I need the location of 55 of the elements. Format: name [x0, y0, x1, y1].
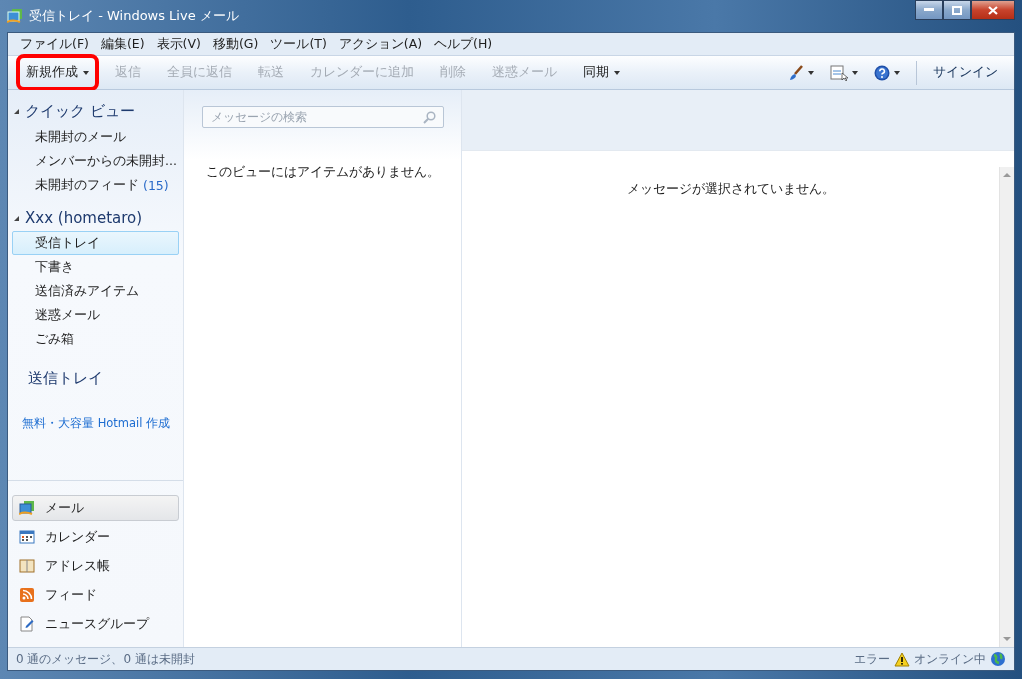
section-header[interactable]: Xxx (hometaro) [8, 205, 183, 231]
search-icon [422, 111, 436, 124]
folder-item[interactable]: 未開封のメール [12, 125, 179, 149]
book-icon [19, 558, 35, 574]
online-status: オンライン中 [914, 650, 986, 668]
layout-icon [830, 64, 848, 81]
search-field[interactable]: メッセージの検索 [201, 106, 444, 128]
maximize-button[interactable] [943, 0, 971, 20]
folder-item[interactable]: 受信トレイ [12, 231, 179, 255]
close-button[interactable] [971, 0, 1015, 20]
close-icon [988, 5, 998, 15]
menu-item[interactable]: ツール(T) [264, 35, 333, 53]
warning-icon [894, 651, 910, 667]
document-pen-icon [19, 616, 35, 632]
hotmail-link[interactable]: 無料・大容量 Hotmail 作成 [22, 416, 171, 431]
menu-item[interactable]: 移動(G) [206, 35, 265, 53]
folder-item[interactable]: ごみ箱 [12, 327, 179, 351]
menu-item[interactable]: 編集(E) [94, 35, 151, 53]
nav-item[interactable]: カレンダー [12, 524, 179, 550]
brush-icon [788, 64, 804, 81]
menu-item[interactable]: アクション(A) [332, 35, 429, 53]
folder-item[interactable]: 送信済みアイテム [12, 279, 179, 303]
caret-icon [808, 70, 814, 75]
caret-icon [894, 70, 900, 75]
nav-item[interactable]: メール [12, 495, 179, 521]
scroll-down-icon [1003, 637, 1011, 641]
folder-item[interactable]: 迷惑メール [12, 303, 179, 327]
empty-list-message: このビューにはアイテムがありません。 [205, 164, 440, 181]
folder-item[interactable]: 未開封のフィード (15) [12, 173, 179, 197]
minimize-icon [924, 8, 934, 12]
error-status: エラー [854, 650, 890, 668]
window-title: 受信トレイ - Windows Live メール [29, 7, 239, 25]
no-selection-message: メッセージが選択されていません。 [625, 180, 836, 198]
nav-item[interactable]: アドレス帳 [12, 553, 179, 579]
help-icon [874, 64, 890, 81]
sign-in-link[interactable]: サインイン [925, 60, 1006, 85]
outbox-folder[interactable]: 送信トレイ [8, 351, 183, 388]
menu-item[interactable]: ヘルプ(H) [428, 35, 499, 53]
globe-icon [990, 651, 1006, 667]
folder-item[interactable]: 下書き [12, 255, 179, 279]
minimize-button[interactable] [915, 0, 943, 20]
maximize-icon [952, 5, 962, 15]
rss-icon [19, 587, 35, 603]
nav-item[interactable]: フィード [12, 582, 179, 608]
scroll-up-icon [1003, 173, 1011, 177]
caret-icon [852, 70, 858, 75]
calendar-icon [19, 529, 35, 545]
menu-item[interactable]: ファイル(F) [14, 35, 95, 53]
nav-item[interactable]: ニュースグループ [12, 611, 179, 637]
menu-item[interactable]: 表示(V) [150, 35, 207, 53]
app-icon [7, 8, 23, 24]
section-header[interactable]: クイック ビュー [8, 98, 183, 125]
mail-icon [19, 500, 35, 516]
folder-item[interactable]: メンバーからの未開封... [12, 149, 179, 173]
message-count: 0 通のメッセージ、0 通は未開封 [16, 650, 195, 668]
